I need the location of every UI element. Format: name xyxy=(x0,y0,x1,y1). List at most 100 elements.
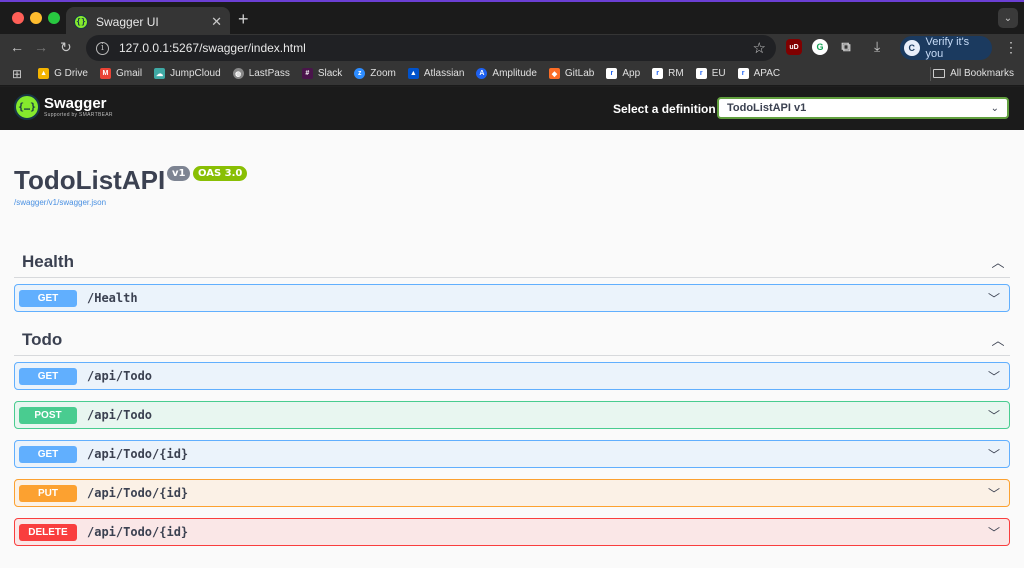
minimize-window-icon[interactable] xyxy=(30,12,42,24)
google-drive-icon: ▲ xyxy=(38,68,50,79)
operation-get-todo-by-id[interactable]: GET /api/Todo/{id} ﹀ xyxy=(14,440,1010,468)
bookmark-jumpcloud[interactable]: ☁ JumpCloud xyxy=(154,68,221,79)
method-badge: GET xyxy=(19,367,77,385)
bookmark-rm[interactable]: r RM xyxy=(652,68,684,79)
site-info-icon[interactable]: i xyxy=(96,41,109,55)
bookmark-amplitude[interactable]: A Amplitude xyxy=(476,68,537,79)
address-bar[interactable]: i 127.0.0.1:5267/swagger/index.html ☆ xyxy=(86,35,776,61)
jumpcloud-icon: ☁ xyxy=(154,68,166,79)
bookmarks-divider xyxy=(930,67,931,81)
bookmark-gitlab[interactable]: ◆ GitLab xyxy=(548,68,594,79)
operation-delete-todo[interactable]: DELETE /api/Todo/{id} ﹀ xyxy=(14,518,1010,546)
slack-icon: # xyxy=(301,68,313,79)
chevron-down-icon[interactable]: ﹀ xyxy=(983,446,1005,463)
operation-path: /api/Todo/{id} xyxy=(87,447,189,461)
all-bookmarks-button[interactable]: All Bookmarks xyxy=(933,68,1014,79)
operation-path: /api/Todo/{id} xyxy=(87,486,189,500)
swagger-topbar: {…} Swagger Supported by SMARTBEAR Selec… xyxy=(0,87,1024,130)
tab-title: Swagger UI xyxy=(96,14,159,29)
chevron-down-icon: ⌄ xyxy=(990,102,999,114)
operation-put-todo[interactable]: PUT /api/Todo/{id} ﹀ xyxy=(14,479,1010,507)
spec-json-link[interactable]: /swagger/v1/swagger.json xyxy=(14,198,106,207)
bookmark-app[interactable]: r App xyxy=(606,68,640,79)
ublock-extension-icon[interactable]: uD xyxy=(786,39,802,55)
tab-search-icon[interactable]: ⌄ xyxy=(998,8,1018,28)
back-arrow-icon[interactable]: ← xyxy=(10,39,24,55)
maximize-window-icon[interactable] xyxy=(48,12,60,24)
bookmarks-bar: ⊞ ▲ G Drive M Gmail ☁ JumpCloud ◍ LastPass #… xyxy=(0,62,1024,86)
close-tab-icon[interactable]: ✕ xyxy=(211,14,222,30)
method-badge: POST xyxy=(19,406,77,424)
browser-tab-strip: {} Swagger UI ✕ + ⌄ xyxy=(0,0,1024,36)
method-badge: GET xyxy=(19,289,77,307)
definition-select[interactable]: TodoListAPI v1 ⌄ xyxy=(717,97,1009,119)
bookmark-star-icon[interactable]: ☆ xyxy=(753,39,766,57)
tag-name: Health xyxy=(22,251,74,271)
atlassian-icon: ▲ xyxy=(407,68,419,79)
method-badge: PUT xyxy=(19,484,77,502)
bookmark-lastpass[interactable]: ◍ LastPass xyxy=(232,68,290,79)
tag-name: Todo xyxy=(22,329,63,349)
profile-avatar: C xyxy=(904,40,920,56)
bookmark-gmail[interactable]: M Gmail xyxy=(99,68,142,79)
tag-health[interactable]: Health ︿ xyxy=(14,246,1010,278)
verify-profile-button[interactable]: C Verify it's you xyxy=(900,36,992,60)
folder-icon xyxy=(933,69,946,78)
app-icon: r xyxy=(606,68,618,79)
tag-todo[interactable]: Todo ︿ xyxy=(14,324,1010,356)
chevron-up-icon[interactable]: ︿ xyxy=(986,252,1010,271)
api-title: TodoListAPI xyxy=(14,165,166,195)
bookmark-zoom[interactable]: z Zoom xyxy=(354,68,396,79)
rm-icon: r xyxy=(652,68,664,79)
close-window-icon[interactable] xyxy=(12,12,24,24)
reload-icon[interactable]: ↻ xyxy=(60,39,72,56)
chevron-down-icon[interactable]: ﹀ xyxy=(983,290,1005,307)
chevron-down-icon[interactable]: ﹀ xyxy=(983,407,1005,424)
operation-get-todos[interactable]: GET /api/Todo ﹀ xyxy=(14,362,1010,390)
apps-grid-icon[interactable]: ⊞ xyxy=(12,67,22,81)
chevron-down-icon[interactable]: ﹀ xyxy=(983,524,1005,541)
bookmark-eu[interactable]: r EU xyxy=(695,68,726,79)
browser-tab[interactable]: {} Swagger UI ✕ xyxy=(66,7,230,36)
amplitude-icon: A xyxy=(476,68,488,79)
globe-icon: ◍ xyxy=(232,68,244,79)
swagger-favicon-icon: {} xyxy=(74,14,88,29)
bookmark-g-drive[interactable]: ▲ G Drive xyxy=(38,68,88,79)
version-badge: v1 xyxy=(167,166,191,181)
download-icon[interactable]: ⤓ xyxy=(874,38,880,55)
url-text[interactable]: 127.0.0.1:5267/swagger/index.html xyxy=(119,41,753,55)
forward-arrow-icon[interactable]: → xyxy=(34,39,48,55)
chevron-down-icon[interactable]: ﹀ xyxy=(983,485,1005,502)
chevron-down-icon[interactable]: ﹀ xyxy=(983,368,1005,385)
bookmark-atlassian[interactable]: ▲ Atlassian xyxy=(407,68,464,79)
operation-path: /api/Todo xyxy=(87,408,153,422)
swagger-page: {…} Swagger Supported by SMARTBEAR Selec… xyxy=(0,87,1024,568)
gitlab-icon: ◆ xyxy=(548,68,560,79)
swagger-logo-icon: {…} xyxy=(14,94,40,120)
browser-toolbar: ← → ↻ i 127.0.0.1:5267/swagger/index.htm… xyxy=(0,34,1024,62)
chevron-up-icon[interactable]: ︿ xyxy=(986,330,1010,349)
logo-title: Swagger xyxy=(44,95,107,112)
extensions-puzzle-icon[interactable]: ⧉ xyxy=(838,39,854,55)
logo-subtitle: Supported by SMARTBEAR xyxy=(44,112,113,118)
bookmark-slack[interactable]: # Slack xyxy=(301,68,342,79)
method-badge: GET xyxy=(19,445,77,463)
operation-path: /Health xyxy=(87,291,138,305)
swagger-logo[interactable]: {…} Swagger Supported by SMARTBEAR xyxy=(14,94,113,120)
definition-label: Select a definition xyxy=(613,102,716,116)
grammarly-extension-icon[interactable]: G xyxy=(812,39,828,55)
operation-get-health[interactable]: GET /Health ﹀ xyxy=(14,284,1010,312)
gmail-icon: M xyxy=(99,68,111,79)
eu-icon: r xyxy=(695,68,707,79)
method-badge: DELETE xyxy=(19,523,77,541)
definition-value: TodoListAPI v1 xyxy=(727,102,807,114)
operation-post-todo[interactable]: POST /api/Todo ﹀ xyxy=(14,401,1010,429)
browser-menu-icon[interactable]: ⋮ xyxy=(1004,39,1018,56)
operation-path: /api/Todo/{id} xyxy=(87,525,189,539)
apac-icon: r xyxy=(737,68,749,79)
new-tab-icon[interactable]: + xyxy=(238,9,249,30)
operation-path: /api/Todo xyxy=(87,369,153,383)
bookmark-apac[interactable]: r APAC xyxy=(737,68,780,79)
oas-badge: OAS 3.0 xyxy=(193,166,248,181)
zoom-icon: z xyxy=(354,68,366,79)
